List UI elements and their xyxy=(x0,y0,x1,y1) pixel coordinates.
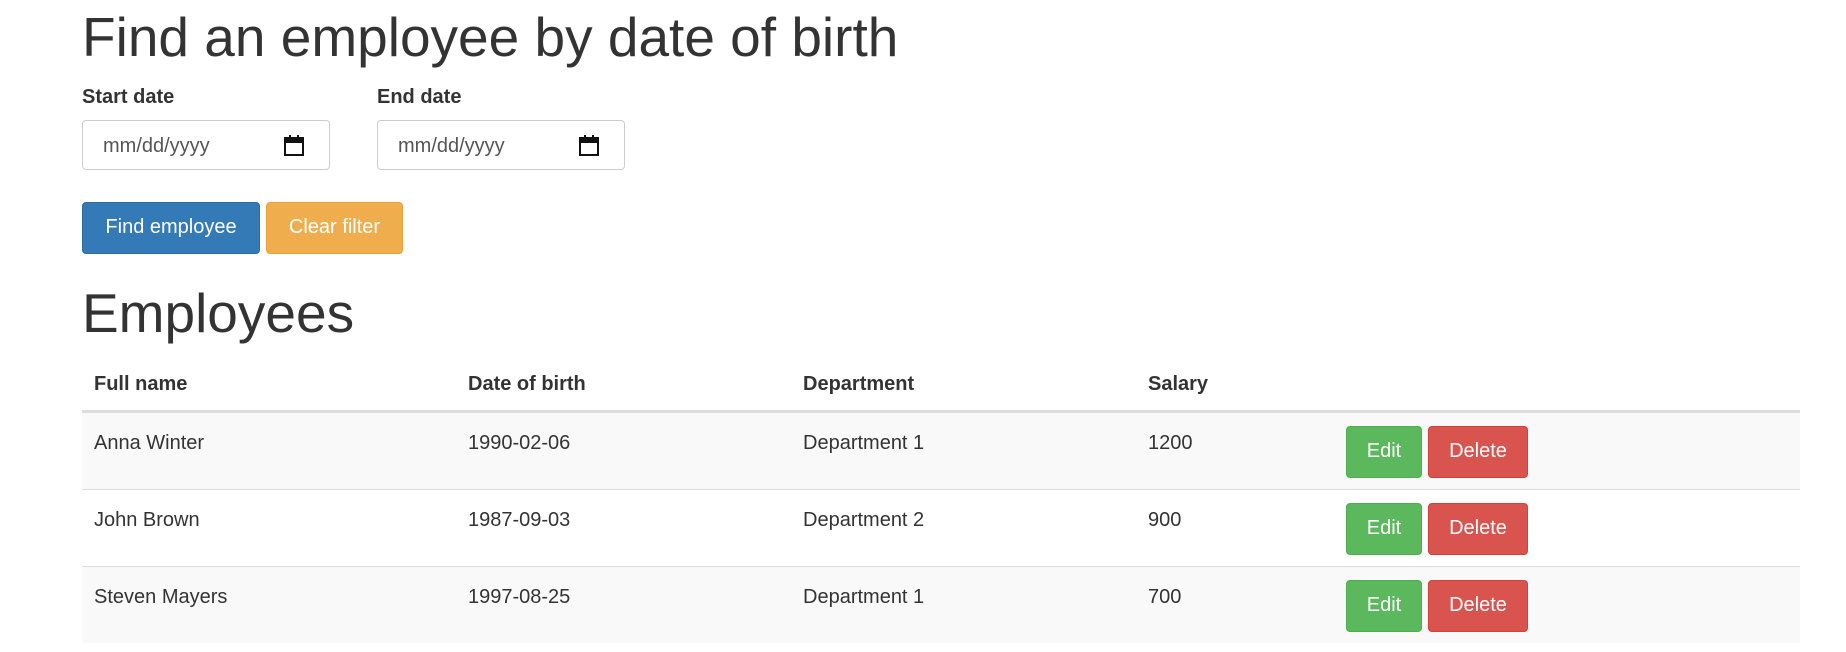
table-header: Full name Date of birth Department Salar… xyxy=(82,360,1800,413)
delete-button[interactable]: Delete xyxy=(1428,426,1528,478)
table-row: Steven Mayers 1997-08-25 Department 1 70… xyxy=(82,567,1800,643)
clear-filter-button[interactable]: Clear filter xyxy=(266,202,403,254)
start-date-placeholder: mm/dd/yyyy xyxy=(103,135,210,157)
cell-salary: 900 xyxy=(1148,509,1182,531)
calendar-icon[interactable] xyxy=(578,134,600,158)
delete-button[interactable]: Delete xyxy=(1428,580,1528,632)
start-date-input[interactable]: mm/dd/yyyy xyxy=(82,120,330,170)
cell-date-of-birth: 1997-08-25 xyxy=(468,586,571,608)
table-row: Anna Winter 1990-02-06 Department 1 1200… xyxy=(82,413,1800,490)
cell-salary: 700 xyxy=(1148,586,1182,608)
end-date-placeholder: mm/dd/yyyy xyxy=(398,135,505,157)
employees-table: Full name Date of birth Department Salar… xyxy=(82,360,1800,643)
page: Find an employee by date of birth Start … xyxy=(0,0,1846,652)
find-employee-button[interactable]: Find employee xyxy=(82,202,260,254)
start-date-label: Start date xyxy=(82,86,175,108)
cell-department: Department 1 xyxy=(803,586,925,608)
cell-full-name: John Brown xyxy=(94,509,200,531)
end-date-label: End date xyxy=(377,86,462,108)
end-date-input[interactable]: mm/dd/yyyy xyxy=(377,120,625,170)
employees-title: Employees xyxy=(82,282,355,344)
find-employee-title: Find an employee by date of birth xyxy=(82,6,899,68)
cell-date-of-birth: 1990-02-06 xyxy=(468,432,571,454)
cell-date-of-birth: 1987-09-03 xyxy=(468,509,571,531)
cell-department: Department 1 xyxy=(803,432,925,454)
column-header-department: Department xyxy=(803,373,915,395)
column-header-date-of-birth: Date of birth xyxy=(468,373,586,395)
table-row: John Brown 1987-09-03 Department 2 900 E… xyxy=(82,490,1800,567)
cell-full-name: Anna Winter xyxy=(94,432,205,454)
cell-salary: 1200 xyxy=(1148,432,1193,454)
column-header-full-name: Full name xyxy=(94,373,188,395)
column-header-salary: Salary xyxy=(1148,373,1209,395)
cell-department: Department 2 xyxy=(803,509,925,531)
calendar-icon[interactable] xyxy=(283,134,305,158)
delete-button[interactable]: Delete xyxy=(1428,503,1528,555)
edit-button[interactable]: Edit xyxy=(1346,503,1422,555)
cell-full-name: Steven Mayers xyxy=(94,586,228,608)
edit-button[interactable]: Edit xyxy=(1346,580,1422,632)
edit-button[interactable]: Edit xyxy=(1346,426,1422,478)
